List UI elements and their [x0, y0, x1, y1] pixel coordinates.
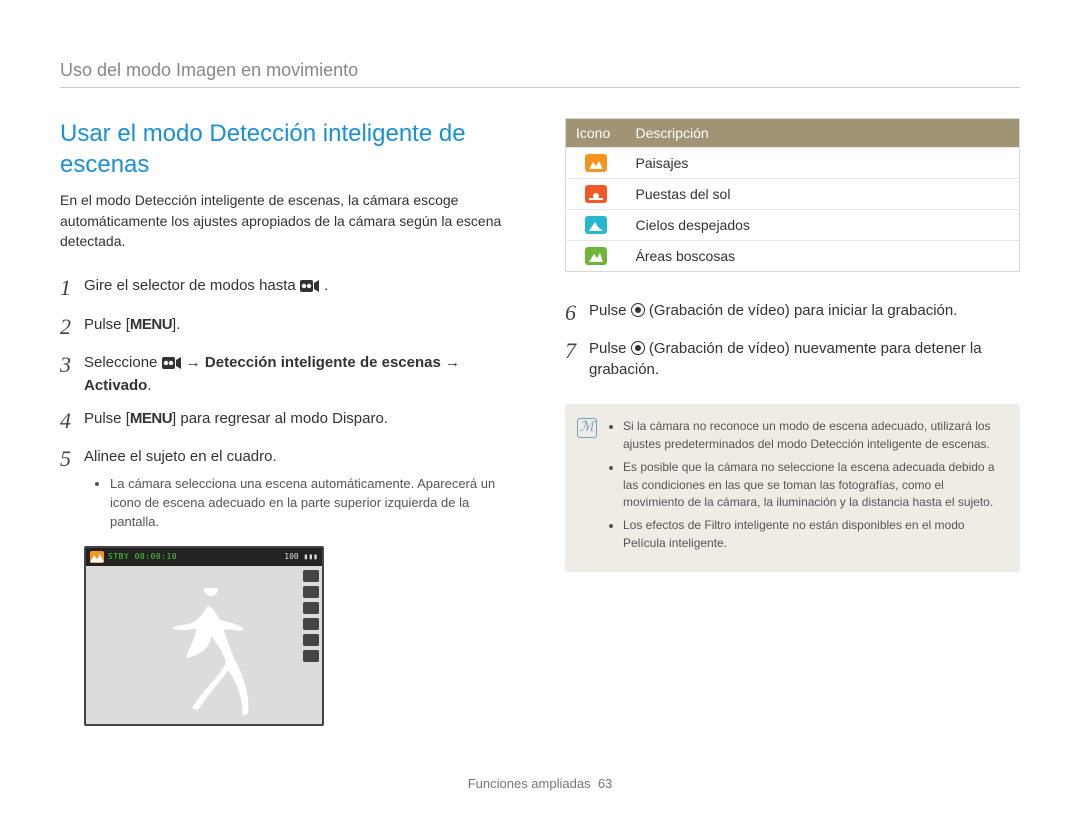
intro-text: En el modo Detección inteligente de esce… — [60, 190, 515, 251]
step-5: 5 Alinee el sujeto en el cuadro. La cáma… — [60, 446, 515, 534]
scene-icon-indicator — [90, 551, 104, 563]
step-1-text: Gire el selector de modos hasta — [84, 277, 300, 294]
step-5-bullet: La cámara selecciona una escena automáti… — [110, 475, 515, 532]
step-number: 3 — [60, 352, 84, 378]
movie-settings-icon — [162, 354, 182, 375]
step-7-post: (Grabación de vídeo) nuevamente para det… — [589, 340, 982, 378]
menu-button-label: MENU — [130, 408, 172, 429]
scene-icon-table: Icono Descripción Paisajes Puestas del s… — [565, 118, 1020, 272]
step-3-bold1: Detección inteligente de escenas — [205, 354, 441, 371]
note-box: ℳ Si la cámara no reconoce un modo de es… — [565, 404, 1020, 572]
row-label: Cielos despejados — [626, 210, 1020, 241]
step-4-pre: Pulse [ — [84, 410, 130, 427]
step-4-post: ] para regresar al modo Disparo. — [172, 410, 388, 427]
step-3-arrow2: → — [441, 354, 460, 371]
row-label: Puestas del sol — [626, 179, 1020, 210]
step-7: 7 Pulse (Grabación de vídeo) nuevamente … — [565, 338, 1020, 380]
note-item: Si la cámara no reconoce un modo de esce… — [623, 418, 1006, 453]
camera-side-icons — [303, 570, 319, 662]
forest-icon — [585, 247, 607, 265]
record-button-icon — [631, 341, 645, 355]
step-5-text: Alinee el sujeto en el cuadro. — [84, 448, 277, 465]
step-7-pre: Pulse — [589, 340, 631, 357]
sunset-icon — [585, 185, 607, 203]
content-columns: Usar el modo Detección inteligente de es… — [60, 118, 1020, 726]
footer-page: 63 — [598, 776, 612, 791]
table-row: Cielos despejados — [566, 210, 1020, 241]
th-desc: Descripción — [626, 119, 1020, 148]
table-row: Puestas del sol — [566, 179, 1020, 210]
row-label: Áreas boscosas — [626, 241, 1020, 272]
step-number: 6 — [565, 300, 589, 326]
step-number: 2 — [60, 314, 84, 340]
step-number: 4 — [60, 408, 84, 434]
page-footer: Funciones ampliadas 63 — [0, 776, 1080, 791]
step-number: 7 — [565, 338, 589, 364]
note-item: Es posible que la cámara no seleccione l… — [623, 459, 1006, 511]
camera-top-bar: STBY 00:00:10 100 ▮▮▮ — [86, 548, 322, 566]
record-button-icon — [631, 303, 645, 317]
step-3-post: . — [147, 377, 151, 394]
battery-counter: 100 ▮▮▮ — [284, 552, 318, 561]
dancer-silhouette — [156, 588, 256, 718]
right-column: Icono Descripción Paisajes Puestas del s… — [565, 118, 1020, 726]
movie-mode-icon — [300, 277, 320, 298]
step-6-pre: Pulse — [589, 302, 631, 319]
step-1: 1 Gire el selector de modos hasta . — [60, 275, 515, 301]
step-3-bold2: Activado — [84, 377, 147, 394]
table-row: Áreas boscosas — [566, 241, 1020, 272]
camera-preview-mock: STBY 00:00:10 100 ▮▮▮ — [84, 546, 324, 726]
divider — [60, 87, 1020, 88]
footer-label: Funciones ampliadas — [468, 776, 591, 791]
step-4: 4 Pulse [MENU] para regresar al modo Dis… — [60, 408, 515, 434]
step-6-post: (Grabación de vídeo) para iniciar la gra… — [649, 302, 958, 319]
step-2-post: ]. — [172, 316, 180, 333]
step-2-pre: Pulse [ — [84, 316, 130, 333]
menu-button-label: MENU — [130, 314, 172, 335]
step-3: 3 Seleccione → Detección inteligente de … — [60, 352, 515, 396]
section-header: Uso del modo Imagen en movimiento — [60, 60, 1020, 81]
info-icon: ℳ — [577, 418, 597, 438]
step-number: 1 — [60, 275, 84, 301]
step-2: 2 Pulse [MENU]. — [60, 314, 515, 340]
step-1-post: . — [324, 277, 328, 294]
row-label: Paisajes — [626, 148, 1020, 179]
step-3-pre: Seleccione — [84, 354, 162, 371]
note-item: Los efectos de Filtro inteligente no est… — [623, 517, 1006, 552]
step-3-arrow1: → — [186, 354, 205, 371]
step-number: 5 — [60, 446, 84, 472]
left-column: Usar el modo Detección inteligente de es… — [60, 118, 515, 726]
page-title: Usar el modo Detección inteligente de es… — [60, 118, 515, 180]
th-icon: Icono — [566, 119, 626, 148]
stby-timer: STBY 00:00:10 — [108, 552, 177, 561]
sky-icon — [585, 216, 607, 234]
table-row: Paisajes — [566, 148, 1020, 179]
landscape-icon — [585, 154, 607, 172]
step-6: 6 Pulse (Grabación de vídeo) para inicia… — [565, 300, 1020, 326]
